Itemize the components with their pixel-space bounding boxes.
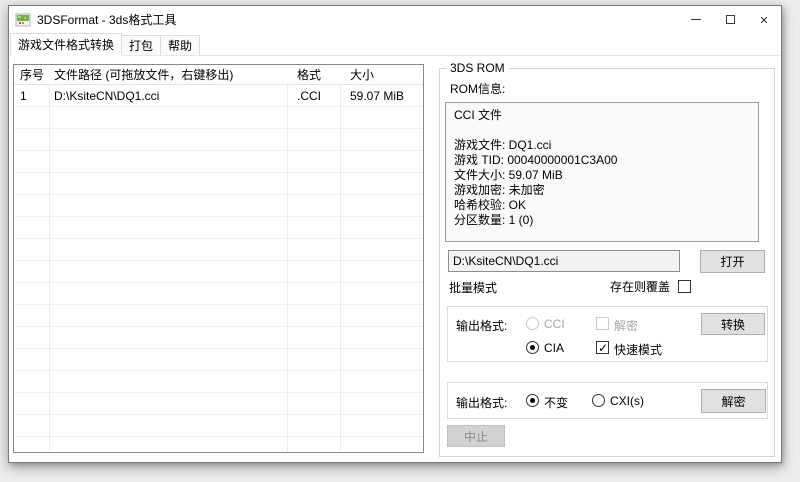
- title-bar[interactable]: 3DSFormat - 3ds格式工具: [9, 6, 781, 33]
- file-path-input[interactable]: [448, 250, 680, 272]
- radio-unchanged-label: 不变: [544, 394, 568, 411]
- open-button[interactable]: 打开: [700, 250, 765, 273]
- decrypt-button[interactable]: 解密: [701, 389, 766, 413]
- batch-mode-label: 批量模式: [449, 279, 497, 296]
- file-table-grid: 序号 文件路径 (可拖放文件，右键移出) 格式 大小 1 D:\KsiteCN\…: [14, 65, 423, 452]
- table-header[interactable]: 序号 文件路径 (可拖放文件，右键移出) 格式 大小: [14, 65, 423, 85]
- overwrite-checkbox[interactable]: [678, 280, 691, 293]
- table-row[interactable]: 1 D:\KsiteCN\DQ1.cci .CCI 59.07 MiB: [14, 85, 423, 107]
- tab-game-format-convert[interactable]: 游戏文件格式转换: [10, 33, 122, 56]
- decrypt-checkbox: [596, 317, 609, 330]
- abort-button: 中止: [447, 425, 505, 447]
- tab-help[interactable]: 帮助: [160, 35, 200, 55]
- radio-cci-label: CCI: [544, 317, 565, 331]
- cell-size: 59.07 MiB: [350, 89, 404, 103]
- close-icon: [759, 13, 768, 27]
- app-icon: [15, 12, 31, 28]
- file-table[interactable]: 序号 文件路径 (可拖放文件，右键移出) 格式 大小 1 D:\KsiteCN\…: [13, 64, 424, 453]
- tab-bar: 游戏文件格式转换 打包 帮助: [9, 33, 781, 56]
- maximize-icon: [726, 15, 735, 24]
- close-button[interactable]: [747, 6, 781, 33]
- column-divider: [340, 65, 341, 452]
- fast-mode-checkbox[interactable]: [596, 341, 609, 354]
- rom-info-label: ROM信息:: [450, 80, 505, 97]
- fast-mode-label: 快速模式: [614, 341, 662, 358]
- radio-cxi-label: CXI(s): [610, 394, 644, 408]
- column-divider: [287, 65, 288, 452]
- column-divider: [49, 65, 50, 452]
- cell-format: .CCI: [297, 89, 321, 103]
- column-header-format[interactable]: 格式: [297, 66, 321, 83]
- radio-cia-label: CIA: [544, 341, 564, 355]
- app-window: 3DSFormat - 3ds格式工具 游戏文件格式转换 打包 帮助 序号 文件…: [8, 5, 782, 463]
- minimize-icon: [691, 19, 701, 20]
- table-row-gridlines: [14, 85, 423, 452]
- overwrite-label: 存在则覆盖: [610, 278, 670, 295]
- tab-pack[interactable]: 打包: [121, 35, 161, 55]
- radio-cxi[interactable]: [592, 394, 605, 407]
- minimize-button[interactable]: [679, 6, 713, 33]
- rom-group: 3DS ROM ROM信息: CCI 文件 游戏文件: DQ1.cci 游戏 T…: [439, 68, 775, 457]
- cell-path: D:\KsiteCN\DQ1.cci: [54, 89, 159, 103]
- overwrite-option[interactable]: 存在则覆盖: [610, 278, 691, 295]
- radio-unchanged[interactable]: [526, 394, 539, 407]
- column-header-index[interactable]: 序号: [20, 66, 44, 83]
- column-header-path[interactable]: 文件路径 (可拖放文件，右键移出): [54, 66, 233, 83]
- radio-cci: [526, 317, 539, 330]
- convert-button[interactable]: 转换: [701, 313, 765, 335]
- output-format-label-2: 输出格式:: [456, 394, 507, 411]
- rom-group-title: 3DS ROM: [446, 61, 509, 75]
- decrypt-group: 输出格式: 不变 CXI(s) 解密: [447, 382, 768, 419]
- cell-index: 1: [20, 89, 27, 103]
- window-title: 3DSFormat - 3ds格式工具: [37, 11, 176, 28]
- rom-info-box: CCI 文件 游戏文件: DQ1.cci 游戏 TID: 00040000001…: [445, 102, 759, 242]
- column-header-size[interactable]: 大小: [350, 66, 374, 83]
- decrypt-checkbox-label: 解密: [614, 317, 638, 334]
- output-format-label: 输出格式:: [456, 317, 507, 334]
- convert-group: 输出格式: CCI 解密 转换 CIA 快速模式: [447, 306, 768, 362]
- radio-cia[interactable]: [526, 341, 539, 354]
- maximize-button[interactable]: [713, 6, 747, 33]
